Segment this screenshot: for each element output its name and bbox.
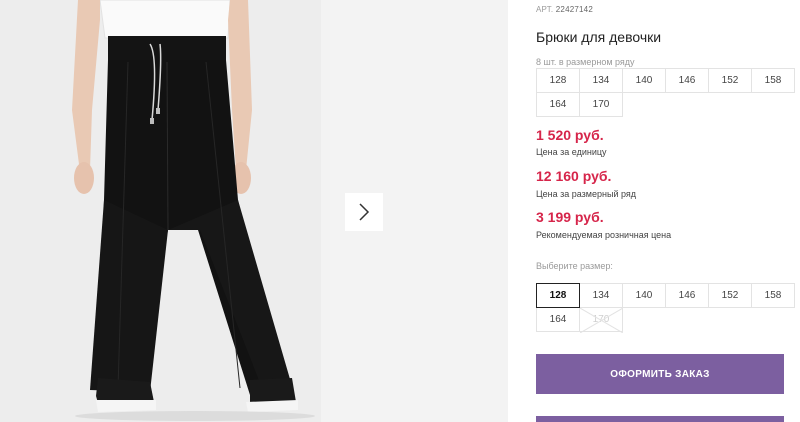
size-option[interactable]: 146 [665,283,709,308]
product-title: Брюки для девочки [536,29,662,45]
size-row-cell: 158 [751,68,795,93]
next-image-button[interactable] [345,193,383,231]
product-gallery [0,0,508,422]
size-row-cell: 170 [579,92,623,117]
product-photo[interactable] [0,0,321,422]
size-option[interactable]: 152 [708,283,752,308]
size-row-cell: 128 [536,68,580,93]
size-selector: 128 134 140 146 152 158 164 170 [536,283,795,333]
size-row-cell: 152 [708,68,752,93]
article-prefix: АРТ. [536,5,554,14]
size-row-note: 8 шт. в размерном ряду [536,57,635,67]
size-option[interactable]: 164 [536,307,580,332]
article-number: АРТ. 22427142 [536,5,593,14]
product-photo-illustration [0,0,321,422]
size-row-cell: 134 [579,68,623,93]
unit-price-label: Цена за единицу [536,147,607,157]
unit-price: 1 520 руб. [536,127,604,143]
choose-size-label: Выберите размер: [536,261,613,271]
size-option-selected[interactable]: 128 [536,283,580,308]
product-info: АРТ. 22427142 Брюки для девочки 8 шт. в … [536,0,800,422]
chevron-right-icon [359,203,370,221]
size-row-price: 12 160 руб. [536,168,612,184]
size-row-cell: 146 [665,68,709,93]
size-row-cell: 164 [536,92,580,117]
size-row-price-label: Цена за размерный ряд [536,189,637,199]
unavailable-cross-icon [580,308,623,333]
article-value: 22427142 [555,5,593,14]
secondary-button[interactable] [536,416,784,422]
size-option[interactable]: 140 [622,283,666,308]
retail-price-label: Рекомендуемая розничная цена [536,230,672,240]
size-row-grid: 128 134 140 146 152 158 164 170 [536,68,795,117]
size-option-unavailable: 170 [579,307,623,333]
size-option[interactable]: 158 [751,283,795,308]
size-row-cell: 140 [622,68,666,93]
size-option[interactable]: 134 [579,283,623,308]
retail-price: 3 199 руб. [536,209,604,225]
order-button[interactable]: ОФОРМИТЬ ЗАКАЗ [536,354,784,394]
